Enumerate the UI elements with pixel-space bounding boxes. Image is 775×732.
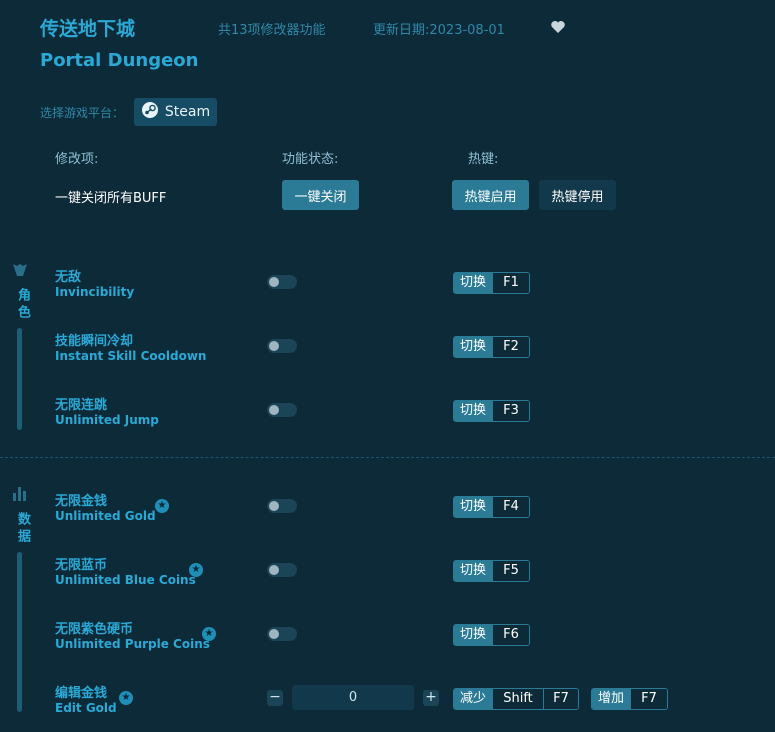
- option-cn-invincibility: 无敌: [55, 270, 82, 285]
- hotkey-unlimited-gold[interactable]: 切换 F4: [453, 496, 531, 518]
- character-icon: [12, 262, 28, 278]
- hotkey-enable-button[interactable]: 热键启用: [452, 180, 529, 210]
- hotkey-decrease-gold[interactable]: 减少 Shift F7: [453, 688, 580, 710]
- option-cn-unlimited-jump: 无限连跳: [55, 398, 108, 413]
- mod-column-header: 修改项:: [55, 152, 99, 167]
- hotkey-key: F2: [492, 337, 530, 357]
- hotkey-action: 切换: [454, 337, 493, 357]
- option-en-unlimited-purple-coins: Unlimited Purple Coins: [55, 637, 210, 651]
- feature-count: 共13项修改器功能: [218, 23, 326, 38]
- hotkey-increase-gold[interactable]: 增加 F7: [591, 688, 669, 710]
- hotkey-unlimited-jump[interactable]: 切换 F3: [453, 400, 531, 422]
- hotkey-action: 减少: [454, 689, 493, 709]
- hotkey-key: F5: [492, 561, 530, 581]
- category-bar-data: [17, 552, 22, 712]
- option-cn-edit-gold: 编辑金钱: [55, 686, 108, 701]
- hotkey-unlimited-purple-coins[interactable]: 切换 F6: [453, 624, 531, 646]
- hotkey-key: F6: [492, 625, 530, 645]
- game-title-cn: 传送地下城: [40, 18, 136, 40]
- hotkey-action: 切换: [454, 401, 493, 421]
- status-column-header: 功能状态:: [282, 152, 339, 167]
- data-icon: [12, 485, 28, 501]
- option-cn-skill-cooldown: 技能瞬间冷却: [55, 334, 134, 349]
- gold-value-input[interactable]: [292, 685, 414, 710]
- hotkey-action: 切换: [454, 625, 493, 645]
- hotkey-key: F7: [630, 689, 668, 709]
- hotkey-key: F4: [492, 497, 530, 517]
- steam-icon: [141, 101, 159, 123]
- toggle-invincibility[interactable]: [267, 275, 297, 289]
- update-date: 更新日期:2023-08-01: [373, 23, 505, 38]
- toggle-unlimited-gold[interactable]: [267, 499, 297, 513]
- option-en-invincibility: Invincibility: [55, 285, 135, 299]
- category-label-character: 角色: [15, 288, 30, 322]
- star-icon: ★: [202, 627, 216, 641]
- hotkey-key: F3: [492, 401, 530, 421]
- steam-label: Steam: [164, 104, 211, 120]
- category-label-data: 数据: [15, 512, 30, 546]
- option-cn-unlimited-purple-coins: 无限紫色硬币: [55, 622, 134, 637]
- toggle-unlimited-blue-coins[interactable]: [267, 563, 297, 577]
- platform-label: 选择游戏平台：: [40, 106, 125, 120]
- option-en-edit-gold: Edit Gold: [55, 701, 117, 712]
- option-cn-unlimited-gold: 无限金钱: [55, 494, 108, 509]
- hotkey-column-header: 热键:: [468, 152, 499, 167]
- star-icon: ★: [155, 499, 169, 513]
- decrement-button[interactable]: −: [267, 690, 283, 706]
- game-title-en: Portal Dungeon: [40, 50, 199, 71]
- category-bar-character: [17, 328, 22, 430]
- hotkey-key: F1: [492, 273, 530, 293]
- increment-button[interactable]: +: [423, 690, 439, 706]
- toggle-unlimited-purple-coins[interactable]: [267, 627, 297, 641]
- hotkey-skill-cooldown[interactable]: 切换 F2: [453, 336, 531, 358]
- star-icon: ★: [189, 563, 203, 577]
- hotkey-action: 增加: [592, 689, 631, 709]
- hotkey-action: 切换: [454, 273, 493, 293]
- hotkey-invincibility[interactable]: 切换 F1: [453, 272, 531, 294]
- hotkey-action: 切换: [454, 561, 493, 581]
- hotkey-disable-button[interactable]: 热键停用: [539, 180, 616, 210]
- option-en-unlimited-blue-coins: Unlimited Blue Coins: [55, 573, 196, 587]
- close-all-button[interactable]: 一键关闭: [282, 180, 359, 210]
- toggle-skill-cooldown[interactable]: [267, 339, 297, 353]
- option-en-unlimited-gold: Unlimited Gold: [55, 509, 156, 523]
- steam-platform-button[interactable]: Steam: [134, 98, 217, 126]
- star-icon: ★: [119, 691, 133, 705]
- heart-icon[interactable]: [550, 19, 566, 35]
- category-divider: [0, 457, 775, 458]
- hotkey-modifier: Shift: [492, 689, 544, 709]
- hotkey-key: F7: [543, 689, 579, 709]
- hotkey-unlimited-blue-coins[interactable]: 切换 F5: [453, 560, 531, 582]
- close-all-buff-label: 一键关闭所有BUFF: [55, 191, 167, 206]
- hotkey-action: 切换: [454, 497, 493, 517]
- option-en-unlimited-jump: Unlimited Jump: [55, 413, 159, 427]
- toggle-unlimited-jump[interactable]: [267, 403, 297, 417]
- option-en-skill-cooldown: Instant Skill Cooldown: [55, 349, 207, 363]
- option-cn-unlimited-blue-coins: 无限蓝币: [55, 558, 108, 573]
